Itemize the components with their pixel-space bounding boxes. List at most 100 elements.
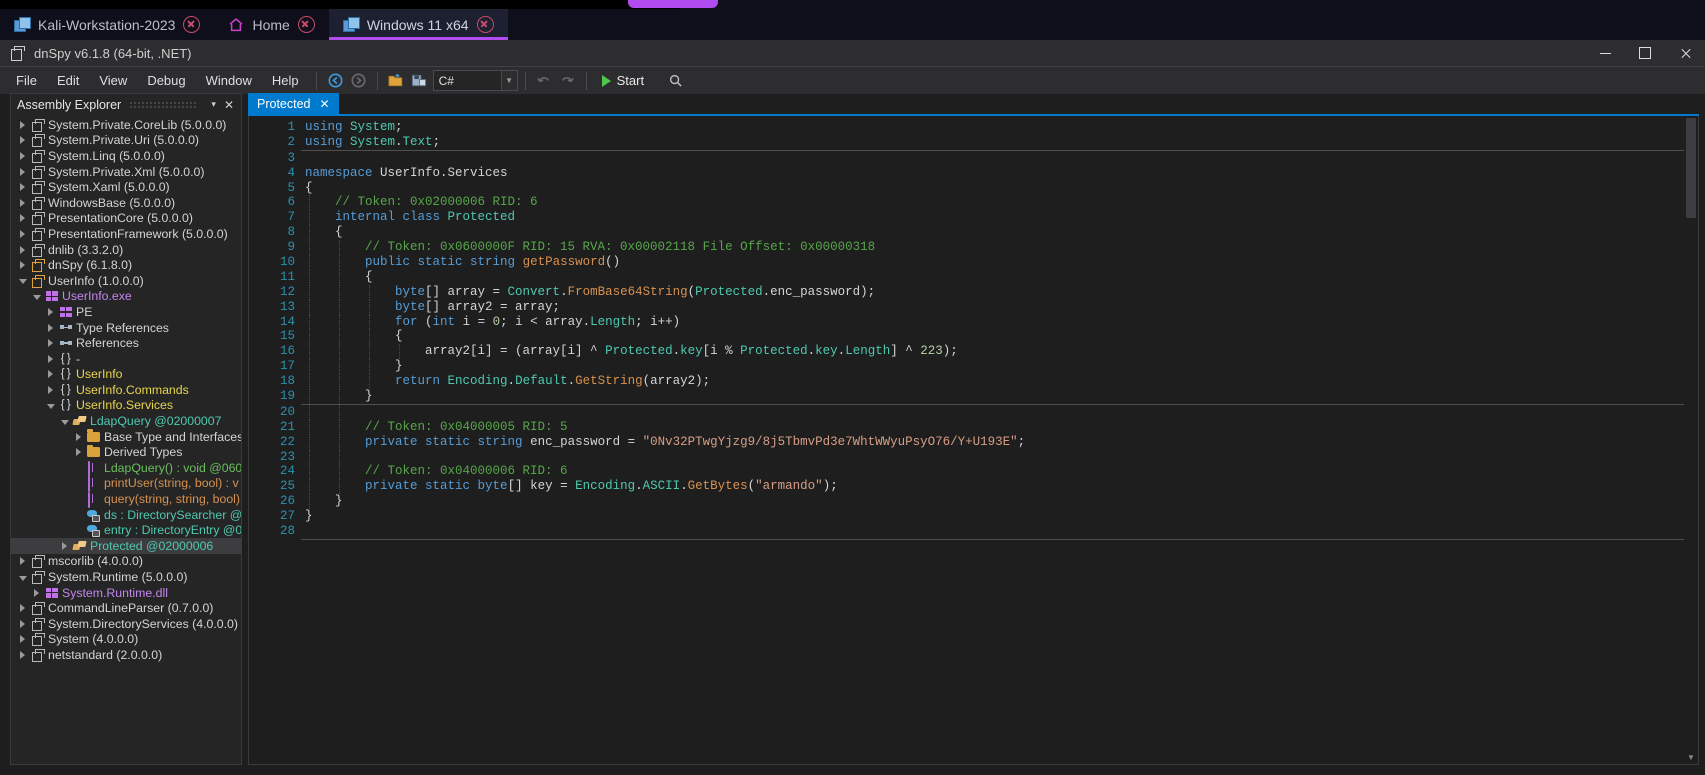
close-icon[interactable] (297, 16, 315, 33)
vm-tab-1[interactable]: Home (214, 9, 328, 40)
tree-node[interactable]: { } UserInfo.Services (11, 398, 241, 414)
chevron-right-icon[interactable] (72, 448, 85, 457)
chevron-right-icon[interactable] (72, 432, 85, 441)
chevron-right-icon[interactable] (16, 120, 29, 129)
tree-node[interactable]: PE (11, 304, 241, 320)
assembly-tree[interactable]: System.Private.CoreLib (5.0.0.0) System.P… (11, 115, 241, 764)
tree-node[interactable]: ds : DirectorySearcher @0 (11, 507, 241, 523)
tree-node[interactable]: query(string, string, bool) (11, 491, 241, 509)
tree-node[interactable]: System.Linq (5.0.0.0) (11, 148, 241, 164)
tree-node[interactable]: { } - (11, 351, 241, 367)
vm-tab-2[interactable]: Windows 11 x64 (328, 9, 508, 40)
chevron-right-icon[interactable] (16, 635, 29, 644)
chevron-right-icon[interactable] (16, 183, 29, 192)
scroll-down-arrow-icon[interactable]: ▼ (1684, 750, 1698, 764)
tree-node[interactable]: entry : DirectoryEntry @0 (11, 522, 241, 538)
tree-node[interactable]: dnSpy (6.1.8.0) (11, 257, 241, 273)
menu-debug[interactable]: Debug (137, 69, 195, 92)
language-select[interactable]: C# ▼ (432, 70, 518, 91)
chevron-right-icon[interactable] (44, 307, 57, 316)
chevron-down-icon[interactable] (44, 402, 57, 409)
chevron-down-icon[interactable] (30, 293, 43, 300)
tree-node[interactable]: Protected @02000006 (11, 538, 241, 554)
chevron-down-icon[interactable] (16, 574, 29, 581)
chevron-right-icon[interactable] (30, 588, 43, 597)
search-icon[interactable] (664, 70, 687, 92)
chevron-right-icon[interactable] (16, 214, 29, 223)
chevron-right-icon[interactable] (16, 650, 29, 659)
undo-icon[interactable] (533, 70, 556, 92)
code-text-area[interactable]: 1 using System; 2 using System.Text; 3 4 names… (249, 116, 1684, 764)
chevron-down-icon[interactable] (58, 418, 71, 425)
chevron-right-icon[interactable] (16, 261, 29, 270)
menu-help[interactable]: Help (262, 69, 309, 92)
editor-vertical-scrollbar[interactable]: ▲ ▼ (1684, 116, 1698, 764)
tree-node[interactable]: { } UserInfo (11, 367, 241, 383)
tree-node[interactable]: System.Runtime.dll (11, 585, 241, 601)
tree-node[interactable]: mscorlib (4.0.0.0) (11, 554, 241, 570)
tree-node[interactable]: Type References (11, 320, 241, 336)
tree-node[interactable]: LdapQuery @02000007 (11, 413, 241, 429)
tree-node[interactable]: PresentationCore (5.0.0.0) (11, 211, 241, 227)
menu-view[interactable]: View (89, 69, 137, 92)
close-icon[interactable] (476, 16, 494, 33)
save-module-icon[interactable] (408, 70, 431, 92)
navigate-back-icon[interactable] (324, 70, 347, 92)
tree-node[interactable]: PresentationFramework (5.0.0.0) (11, 226, 241, 242)
vm-tab-0[interactable]: Kali-Workstation-2023 (0, 9, 214, 40)
panel-close-icon[interactable]: ✕ (222, 98, 241, 112)
chevron-right-icon[interactable] (58, 541, 71, 550)
tree-node[interactable]: System.Runtime (5.0.0.0) (11, 569, 241, 585)
tree-node[interactable]: Derived Types (11, 444, 241, 460)
chevron-right-icon[interactable] (16, 557, 29, 566)
panel-menu-icon[interactable]: ▾ (205, 99, 222, 110)
tree-node[interactable]: System.Private.Xml (5.0.0.0) (11, 164, 241, 180)
tree-node[interactable]: Base Type and Interfaces (11, 429, 241, 445)
tree-node[interactable]: References (11, 335, 241, 351)
chevron-right-icon[interactable] (44, 354, 57, 363)
chevron-right-icon[interactable] (16, 619, 29, 628)
tree-node[interactable]: dnlib (3.3.2.0) (11, 242, 241, 258)
chevron-right-icon[interactable] (16, 229, 29, 238)
close-button[interactable] (1665, 40, 1705, 66)
chevron-right-icon[interactable] (16, 167, 29, 176)
tree-node[interactable]: CommandLineParser (0.7.0.0) (11, 600, 241, 616)
close-icon[interactable] (183, 16, 201, 33)
navigate-forward-icon[interactable] (347, 70, 370, 92)
tree-node[interactable]: UserInfo (1.0.0.0) (11, 273, 241, 289)
redo-icon[interactable] (556, 70, 579, 92)
chevron-right-icon[interactable] (44, 370, 57, 379)
code-editor[interactable]: 1 using System; 2 using System.Text; 3 4 names… (248, 116, 1699, 765)
tree-node[interactable]: System.Xaml (5.0.0.0) (11, 179, 241, 195)
document-tab-0[interactable]: Protected ✕ (248, 93, 339, 114)
maximize-button[interactable] (1625, 40, 1665, 66)
panel-drag-handle[interactable] (129, 101, 198, 108)
tree-node[interactable]: printUser(string, bool) : v (11, 476, 241, 493)
chevron-down-icon[interactable] (16, 277, 29, 285)
tree-node[interactable]: System.Private.CoreLib (5.0.0.0) (11, 117, 241, 133)
tree-node[interactable]: WindowsBase (5.0.0.0) (11, 195, 241, 211)
tree-node[interactable]: LdapQuery() : void @0600 (11, 460, 241, 477)
chevron-right-icon[interactable] (16, 136, 29, 145)
chevron-down-icon[interactable]: ▼ (500, 71, 517, 90)
chevron-right-icon[interactable] (16, 245, 29, 254)
tree-node[interactable]: System.Private.Uri (5.0.0.0) (11, 133, 241, 149)
chevron-right-icon[interactable] (44, 339, 57, 348)
menu-edit[interactable]: Edit (47, 69, 89, 92)
tree-node[interactable]: { } UserInfo.Commands (11, 382, 241, 398)
scrollbar-thumb[interactable] (1686, 118, 1696, 218)
menu-file[interactable]: File (6, 69, 47, 92)
chevron-right-icon[interactable] (16, 604, 29, 613)
menu-window[interactable]: Window (196, 69, 262, 92)
start-debug-button[interactable]: Start (594, 70, 652, 92)
close-icon[interactable]: ✕ (320, 97, 330, 111)
chevron-right-icon[interactable] (44, 385, 57, 394)
chevron-right-icon[interactable] (16, 151, 29, 160)
tree-node[interactable]: netstandard (2.0.0.0) (11, 647, 241, 663)
tree-node[interactable]: System (4.0.0.0) (11, 632, 241, 648)
chevron-right-icon[interactable] (44, 323, 57, 332)
minimize-button[interactable] (1585, 40, 1625, 66)
open-folder-icon[interactable] (385, 70, 408, 92)
tree-node[interactable]: System.DirectoryServices (4.0.0.0) (11, 616, 241, 632)
tree-node[interactable]: UserInfo.exe (11, 289, 241, 305)
